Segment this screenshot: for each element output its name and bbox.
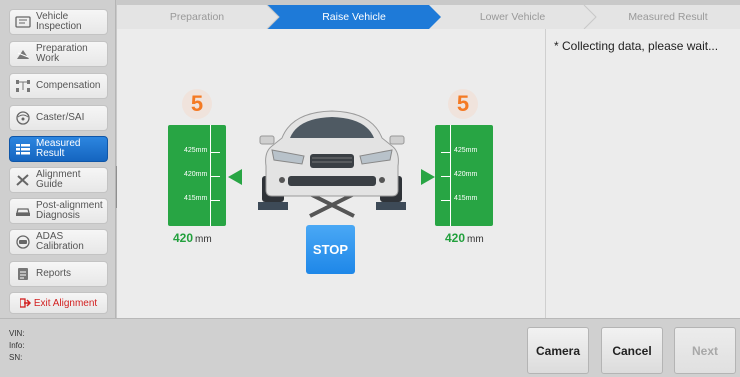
right-countdown: 5 (448, 89, 478, 119)
caster-icon (14, 109, 32, 127)
exit-alignment-label: Exit Alignment (33, 297, 98, 309)
gauge-tick-label: 415mm (454, 195, 478, 202)
sidebar-item-compensation[interactable]: Compensation (9, 73, 108, 99)
right-height-number: 420 (445, 231, 466, 245)
preparation-icon (14, 45, 32, 63)
right-height-gauge: 425mm 420mm 415mm (435, 125, 493, 226)
stop-button[interactable]: STOP (306, 225, 355, 274)
sidebar-item-label: Vehicle Inspection (36, 11, 82, 32)
gauge-tick-label: 420mm (184, 171, 208, 178)
sidebar-item-caster-sai[interactable]: Caster/SAI (9, 105, 108, 131)
vin-label: VIN: (9, 329, 25, 338)
left-height-gauge: 425mm 420mm 415mm (168, 125, 226, 226)
bottom-bar: VIN: Info: SN: Camera Cancel Next (0, 318, 740, 377)
left-height-value: 420 mm (173, 231, 212, 245)
exit-icon (19, 298, 31, 308)
adas-icon (14, 233, 32, 251)
sidebar-item-post-alignment-diagnosis[interactable]: Post-alignment Diagnosis (9, 198, 108, 224)
step-separator (583, 5, 597, 29)
status-message: * Collecting data, please wait... (554, 39, 719, 53)
progress-steps: Preparation Raise Vehicle Lower Vehicle … (117, 5, 740, 29)
next-button[interactable]: Next (674, 327, 736, 374)
reports-icon (14, 265, 32, 283)
cancel-button[interactable]: Cancel (601, 327, 663, 374)
message-panel: * Collecting data, please wait... (545, 29, 740, 318)
sidebar-item-label: Post-alignment Diagnosis (36, 200, 103, 221)
car-diagnosis-icon (14, 202, 32, 220)
gauge-tick-label: 420mm (454, 171, 478, 178)
sidebar-item-label: ADAS Calibration (36, 231, 84, 252)
sidebar-item-label: Measured Result (36, 138, 81, 159)
left-pointer-icon (228, 169, 242, 185)
left-countdown: 5 (182, 89, 212, 119)
vehicle-inspection-icon (14, 13, 32, 31)
sidebar-item-reports[interactable]: Reports (9, 261, 108, 287)
step-measured-result: Measured Result (628, 11, 708, 23)
sidebar-item-vehicle-inspection[interactable]: Vehicle Inspection (9, 9, 108, 35)
right-height-value: 420 mm (445, 231, 484, 245)
camera-button[interactable]: Camera (527, 327, 589, 374)
sidebar: Vehicle Inspection Preparation Work Comp… (0, 0, 116, 318)
alignment-guide-icon (14, 171, 32, 189)
sidebar-item-label: Caster/SAI (36, 112, 85, 123)
sn-label: SN: (9, 353, 23, 362)
right-pointer-icon (421, 169, 435, 185)
compensation-icon (14, 77, 32, 95)
step-lower-vehicle: Lower Vehicle (479, 11, 546, 23)
right-height-unit: mm (467, 234, 484, 245)
step-preparation: Preparation (169, 11, 225, 23)
left-height-unit: mm (195, 234, 212, 245)
sidebar-item-label: Alignment Guide (36, 169, 81, 190)
car-on-lift-image (258, 110, 406, 218)
sidebar-item-preparation-work[interactable]: Preparation Work (9, 41, 108, 67)
sidebar-item-label: Compensation (36, 80, 101, 91)
left-height-number: 420 (173, 231, 194, 245)
sidebar-item-label: Preparation Work (36, 43, 88, 64)
exit-alignment-button[interactable]: Exit Alignment (9, 292, 108, 314)
info-label: Info: (9, 341, 25, 350)
gauge-tick-label: 425mm (184, 147, 208, 154)
gauge-tick-label: 425mm (454, 147, 478, 154)
wheel-alignment-screen: Vehicle Inspection Preparation Work Comp… (0, 0, 740, 377)
gauge-tick-label: 415mm (184, 195, 208, 202)
step-raise-vehicle: Raise Vehicle (322, 11, 386, 23)
measured-result-icon (14, 140, 32, 158)
sidebar-item-label: Reports (36, 268, 72, 279)
sidebar-item-adas-calibration[interactable]: ADAS Calibration (9, 229, 108, 255)
sidebar-item-alignment-guide[interactable]: Alignment Guide (9, 167, 108, 193)
sidebar-item-measured-result[interactable]: Measured Result (9, 136, 108, 162)
